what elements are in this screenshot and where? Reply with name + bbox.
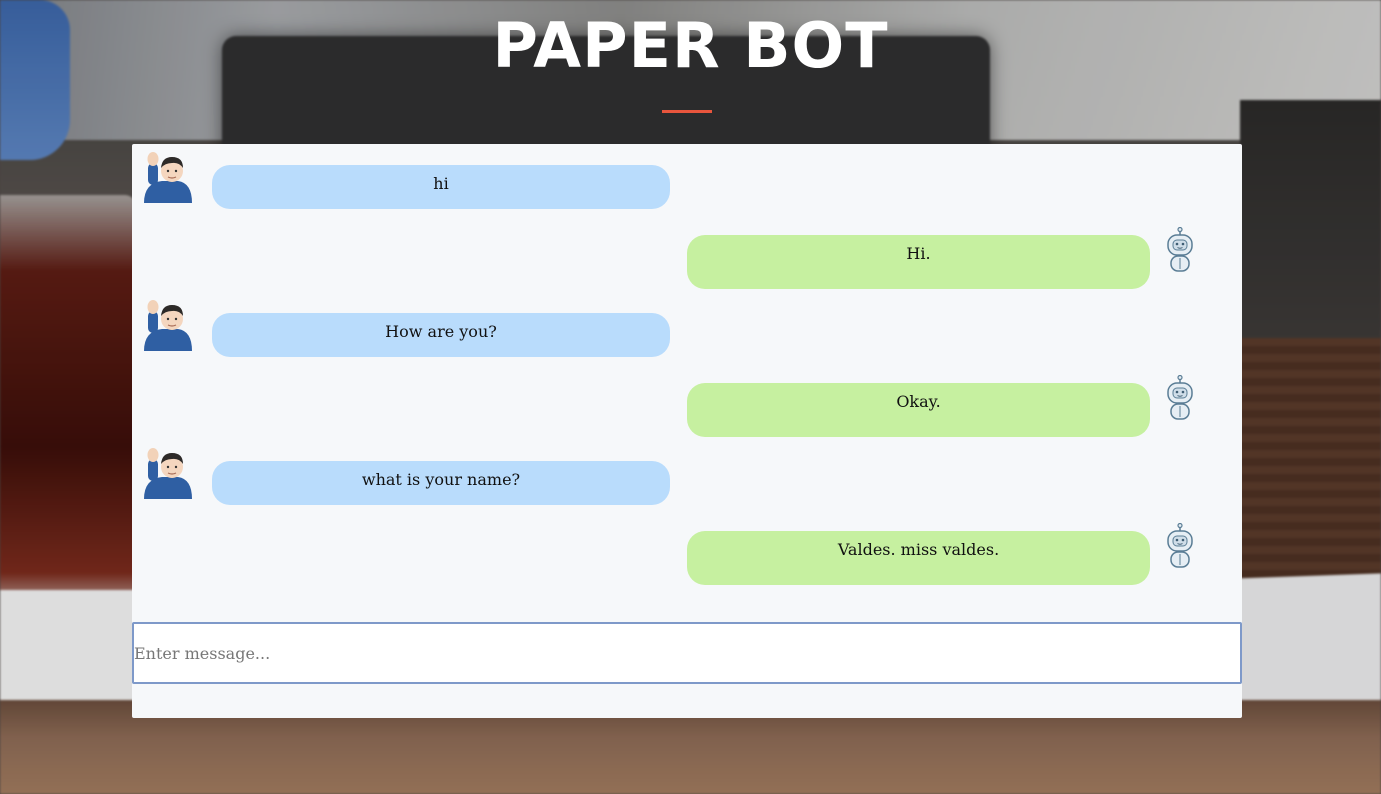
man-raising-hand-icon: [144, 448, 192, 499]
user-message-bubble: hi: [212, 165, 670, 209]
bot-message-bubble: Okay.: [687, 383, 1150, 437]
man-raising-hand-icon: [144, 300, 192, 351]
robot-icon: [1167, 523, 1193, 568]
robot-icon: [1167, 375, 1193, 420]
title-underline: [662, 110, 712, 113]
bot-message-bubble: Valdes. miss valdes.: [687, 531, 1150, 585]
user-message-bubble: How are you?: [212, 313, 670, 357]
man-raising-hand-icon: [144, 152, 192, 203]
message-input[interactable]: [132, 622, 1242, 684]
robot-icon: [1167, 227, 1193, 272]
bot-message-bubble: Hi.: [687, 235, 1150, 289]
user-message-bubble: what is your name?: [212, 461, 670, 505]
page-title: PAPER BOT: [492, 9, 889, 82]
chat-panel: hi Hi. How are you? Okay. what is your n…: [132, 144, 1242, 718]
